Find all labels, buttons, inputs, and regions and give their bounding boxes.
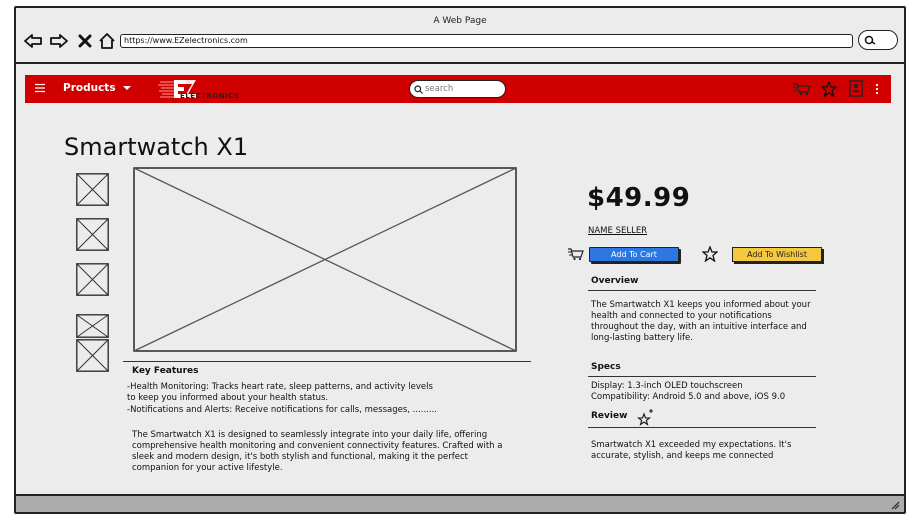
thumbnail-image-3[interactable]: [76, 263, 109, 296]
overview-text: The Smartwatch X1 keeps you informed abo…: [591, 300, 811, 343]
arrow-right-icon: [50, 34, 68, 48]
cart-icon[interactable]: [793, 82, 811, 96]
browser-titlebar: A Web Page https://www.EZelectronics.com: [16, 8, 904, 64]
product-description: The Smartwatch X1 is designed to seamles…: [132, 430, 503, 473]
product-main-image: [133, 167, 517, 352]
review-heading: Review: [591, 411, 628, 421]
sparkle-star-icon: [637, 409, 653, 426]
specs-line-2: Compatibility: Android 5.0 and above, iO…: [591, 392, 786, 402]
more-vertical-icon[interactable]: [875, 83, 879, 95]
product-title: Smartwatch X1: [64, 133, 249, 161]
hamburger-menu-icon[interactable]: [35, 83, 45, 93]
site-search-input[interactable]: search: [409, 80, 506, 98]
window-title: A Web Page: [433, 16, 487, 26]
thumbnail-image-5[interactable]: [76, 339, 109, 372]
key-features-line-3: -Notifications and Alerts: Receive notif…: [127, 405, 437, 415]
overview-heading: Overview: [591, 276, 639, 286]
add-to-wishlist-button[interactable]: Add To Wishlist: [732, 247, 822, 262]
thumbnail-image-2[interactable]: [76, 218, 109, 251]
star-icon[interactable]: [702, 246, 718, 262]
back-button[interactable]: [22, 30, 44, 52]
specs-heading: Specs: [591, 362, 621, 372]
add-to-cart-button[interactable]: Add To Cart: [589, 247, 679, 262]
chevron-down-icon: [123, 86, 132, 90]
search-icon: [414, 85, 423, 94]
products-menu-label: Products: [63, 82, 116, 94]
home-icon: [99, 33, 115, 49]
key-features-heading: Key Features: [132, 366, 199, 376]
star-icon[interactable]: [821, 81, 837, 97]
logo-text: ELECTRONICS: [180, 92, 240, 100]
close-icon: [78, 34, 92, 48]
forward-button[interactable]: [48, 30, 70, 52]
browser-statusbar: [16, 494, 904, 512]
search-icon: [864, 35, 876, 45]
specs-divider: [588, 376, 816, 377]
thumbnail-image-1[interactable]: [76, 173, 109, 206]
ez-electronics-logo[interactable]: ELECTRONICS: [158, 77, 243, 101]
review-divider: [588, 427, 816, 428]
page-content: Smartwatch X1 Key Features -Health Monit…: [25, 105, 891, 493]
resize-grip-icon[interactable]: [890, 500, 900, 510]
key-features-line-2: to keep you informed about your health s…: [127, 393, 329, 403]
search-placeholder: search: [425, 84, 454, 94]
stop-button[interactable]: [74, 30, 96, 52]
cart-icon: [568, 248, 584, 261]
site-navbar: Products ELECTRONICS search: [25, 75, 891, 103]
browser-search-button[interactable]: [858, 30, 898, 50]
product-price: $49.99: [587, 183, 691, 213]
user-icon[interactable]: [849, 80, 863, 97]
products-menu[interactable]: Products: [63, 82, 132, 94]
url-bar[interactable]: https://www.EZelectronics.com: [120, 34, 853, 48]
home-button[interactable]: [96, 30, 118, 52]
seller-link[interactable]: NAME SELLER: [588, 226, 647, 236]
review-text: Smartwatch X1 exceeded my expectations. …: [591, 440, 792, 461]
arrow-left-icon: [24, 34, 42, 48]
divider: [123, 361, 531, 362]
overview-divider: [588, 290, 816, 291]
key-features-line-1: -Health Monitoring: Tracks heart rate, s…: [127, 382, 433, 392]
thumbnail-image-4[interactable]: [76, 314, 109, 338]
specs-line-1: Display: 1.3-inch OLED touchscreen: [591, 381, 743, 391]
